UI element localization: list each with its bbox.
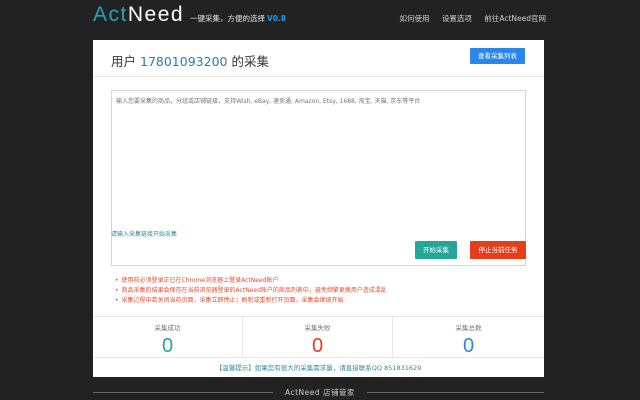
contact-tip: 【温馨提示】如果您有很大的采集需求量，请直接联系QQ 851831629 — [215, 364, 422, 372]
input-hint: 请输入采集链接开始采集 — [111, 231, 178, 238]
top-nav: 如何使用 设置选项 前往ActNeed官网 — [390, 13, 546, 24]
page-title: 用户 17801093200 的采集 — [111, 51, 269, 70]
user-phone: 17801093200 — [140, 54, 228, 69]
stat-label: 采集成功 — [154, 324, 181, 332]
version-badge: V0.8 — [267, 14, 287, 23]
link-input[interactable] — [111, 90, 526, 266]
footer-brand: ActNeed 店铺管家 — [284, 388, 356, 397]
slogan: 一键采集，方便的选择 V0.8 — [190, 13, 286, 24]
divider — [93, 76, 544, 77]
stat-value: 0 — [462, 335, 475, 357]
stat-label: 采集总数 — [455, 324, 482, 332]
note-item: 采集过程中若关闭当前页面，采集立即停止；刷新或重新打开页面，采集会继续开始 — [115, 296, 387, 306]
logo: ActNeed — [93, 3, 184, 27]
stat-value: 0 — [311, 335, 324, 357]
note-item: 商品采集的结果会保存在当前浏览器登录的ActNeed账户的商品列表中，避免频繁更… — [115, 286, 387, 296]
divider — [93, 357, 544, 358]
stat-value: 0 — [161, 335, 174, 357]
nav-official-site[interactable]: 前往ActNeed官网 — [484, 14, 546, 23]
nav-how-to-use[interactable]: 如何使用 — [400, 14, 430, 23]
main-panel: 用户 17801093200 的采集 查看采集列表 请输入采集链接开始采集 开始… — [93, 40, 544, 377]
title-suffix: 的采集 — [231, 54, 269, 69]
slogan-text: 一键采集，方便的选择 — [190, 14, 265, 23]
nav-settings[interactable]: 设置选项 — [442, 14, 472, 23]
top-bar: ActNeed 一键采集，方便的选择 V0.8 如何使用 设置选项 前往ActNe… — [0, 0, 640, 40]
notes-list: 使用前必须登录正已在Chrome浏览器上登录ActNeed账户 商品采集的结果会… — [115, 276, 387, 306]
title-prefix: 用户 — [111, 54, 137, 69]
stat-label: 采集失败 — [304, 324, 331, 332]
stat-success: 采集成功 0 — [93, 316, 243, 357]
start-collect-button[interactable]: 开始采集 — [415, 241, 457, 259]
stat-failed: 采集失败 0 — [243, 316, 393, 357]
stats-row: 采集成功 0 采集失败 0 采集总数 0 — [93, 316, 544, 357]
view-list-button[interactable]: 查看采集列表 — [470, 48, 525, 64]
stat-total: 采集总数 0 — [393, 316, 544, 357]
logo-need: Need — [127, 3, 185, 26]
note-item: 使用前必须登录正已在Chrome浏览器上登录ActNeed账户 — [115, 276, 387, 286]
logo-act: Act — [93, 3, 128, 26]
stop-task-button[interactable]: 停止当前任务 — [470, 241, 526, 259]
